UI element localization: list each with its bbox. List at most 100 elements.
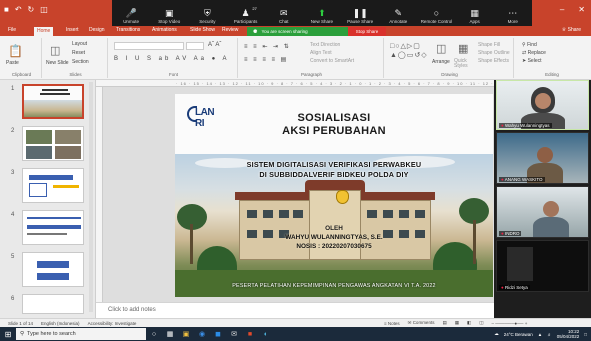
participant-tile[interactable]: ● Ridzi Setya bbox=[496, 240, 589, 292]
new-slide-icon[interactable]: ◫ bbox=[50, 44, 60, 57]
minimize-icon[interactable]: – bbox=[560, 5, 564, 14]
slide-sorter-icon[interactable]: ▦ bbox=[455, 320, 459, 326]
select-button[interactable]: ➤ Select bbox=[522, 58, 542, 64]
new-slide-button[interactable]: New Slide bbox=[46, 60, 70, 66]
arrange-icon[interactable]: ◫ bbox=[436, 42, 446, 55]
zoom-button-label: Stop Video bbox=[158, 19, 181, 24]
zoom-security-button[interactable]: ⛨ Security bbox=[190, 8, 224, 24]
shapes-gallery[interactable]: □○△▷▢ bbox=[390, 42, 421, 50]
powerpoint-icon[interactable]: ■ bbox=[242, 327, 258, 341]
paste-button[interactable]: Paste bbox=[6, 60, 19, 66]
font-name-input[interactable] bbox=[114, 42, 184, 50]
quick-styles-icon[interactable]: ▦ bbox=[458, 42, 468, 55]
list-buttons[interactable]: ≡ ≡ ⇤ ⇥ ⇅ bbox=[244, 43, 291, 50]
tab-transitions[interactable]: Transitions bbox=[116, 27, 140, 33]
zoom-more-button[interactable]: ⋯ More bbox=[496, 8, 530, 24]
reset-button[interactable]: Reset bbox=[72, 50, 85, 56]
slide-thumbnail-6[interactable] bbox=[22, 294, 84, 314]
shape-outline-button[interactable]: Shape Outline bbox=[478, 50, 510, 56]
zoom-new-share-button[interactable]: ⬆ New Share bbox=[305, 8, 339, 24]
zoom-pause-share-button[interactable]: ❚❚ Pause Share bbox=[343, 8, 377, 24]
taskbar-search[interactable]: ⚲ Type here to search bbox=[16, 328, 146, 340]
zoom-button-label: Unmute bbox=[123, 19, 139, 24]
tab-home[interactable]: Home bbox=[34, 27, 54, 36]
tab-slide-show[interactable]: Slide Show bbox=[190, 27, 215, 33]
edge-icon[interactable]: ◉ bbox=[194, 327, 210, 341]
system-tray: ☁ 24°C Berawan ▲ ♬ 10:22 05/04/2022 □ bbox=[494, 327, 587, 341]
redo-icon[interactable]: ↻ bbox=[28, 5, 35, 14]
file-explorer-icon[interactable]: ▣ bbox=[178, 327, 194, 341]
participants-icon: ♟ bbox=[241, 8, 250, 18]
zoom-unmute-button[interactable]: 🎤 Unmute bbox=[114, 8, 148, 24]
notification-icon[interactable]: □ bbox=[584, 332, 587, 337]
tab-insert[interactable]: Insert bbox=[66, 27, 79, 33]
font-size-input[interactable] bbox=[186, 42, 204, 50]
shapes-gallery-row2[interactable]: ▲◯▭↺◇ bbox=[390, 51, 428, 59]
undo-icon[interactable]: ↶ bbox=[15, 5, 22, 14]
zoom-remote-control-button[interactable]: ○ Remote Control bbox=[419, 8, 453, 24]
find-button[interactable]: ⚲ Find bbox=[522, 42, 537, 48]
cortana-icon[interactable]: ○ bbox=[146, 327, 162, 341]
normal-view-icon[interactable]: ▤ bbox=[442, 320, 446, 326]
tab-review[interactable]: Review bbox=[222, 27, 238, 33]
chrome-icon[interactable]: ◐ bbox=[258, 327, 274, 341]
zoom-annotate-button[interactable]: ✎ Annotate bbox=[381, 8, 415, 24]
weather-text[interactable]: 24°C Berawan bbox=[504, 332, 533, 337]
mail-icon[interactable]: ✉ bbox=[226, 327, 242, 341]
reading-view-icon[interactable]: ◧ bbox=[467, 320, 471, 326]
slide-thumbnail-5[interactable] bbox=[22, 252, 84, 287]
tab-file[interactable]: File bbox=[8, 27, 16, 33]
weather-icon[interactable]: ☁ bbox=[494, 331, 499, 337]
arrange-button[interactable]: Arrange bbox=[432, 59, 450, 65]
layout-button[interactable]: Layout bbox=[72, 41, 87, 47]
notes-pane[interactable]: Click to add notes bbox=[96, 302, 494, 318]
present-icon[interactable]: ◫ bbox=[40, 5, 48, 14]
slide-thumbnail-2[interactable] bbox=[22, 126, 84, 161]
text-direction-button[interactable]: Text Direction bbox=[310, 42, 340, 48]
slideshow-icon[interactable]: ◫ bbox=[479, 320, 483, 326]
windows-start-icon[interactable]: ⊞ bbox=[0, 327, 16, 341]
zoom-slider[interactable]: – ──────●── + bbox=[492, 321, 528, 326]
slide[interactable]: LAN RI SOSIALISASI AKSI PERUBAHAN SISTEM… bbox=[175, 94, 493, 297]
zoom-app-icon[interactable]: ◼ bbox=[210, 327, 226, 341]
share-button[interactable]: ♕ Share bbox=[562, 27, 581, 33]
volume-icon[interactable]: ♬ bbox=[547, 332, 552, 337]
align-text-button[interactable]: Align Text bbox=[310, 50, 332, 56]
thumbnail-scrollbar[interactable] bbox=[89, 82, 93, 312]
tab-design[interactable]: Design bbox=[89, 27, 105, 33]
save-icon[interactable]: ■ bbox=[4, 5, 9, 14]
participant-tile[interactable]: ● Wahyu Wulanningtyas bbox=[496, 80, 589, 130]
slide-thumbnail-4[interactable] bbox=[22, 210, 84, 245]
stop-share-button[interactable]: Stop Share bbox=[348, 27, 386, 36]
convert-smartart-button[interactable]: Convert to SmartArt bbox=[310, 58, 354, 64]
participant-tile[interactable]: ● ANANG WASKITO bbox=[496, 132, 589, 184]
language-indicator[interactable]: English (Indonesia) bbox=[41, 321, 80, 326]
shape-effects-button[interactable]: Shape Effects bbox=[478, 58, 509, 64]
align-buttons[interactable]: ≡ ≡ ≡ ≡ ▤ bbox=[244, 56, 288, 63]
participant-tile[interactable]: ● INDRO bbox=[496, 186, 589, 238]
zoom-participants-button[interactable]: ♟ 27 Participants bbox=[229, 6, 263, 24]
notes-toggle[interactable]: ≡ Notes bbox=[384, 321, 400, 326]
slide-thumbnail-1[interactable] bbox=[22, 84, 84, 119]
quick-styles-button[interactable]: Quick Styles bbox=[454, 59, 472, 69]
slide-thumbnail-3[interactable] bbox=[22, 168, 84, 203]
task-view-icon[interactable]: ▦ bbox=[162, 327, 178, 341]
tab-animations[interactable]: Animations bbox=[152, 27, 177, 33]
shape-fill-button[interactable]: Shape Fill bbox=[478, 42, 500, 48]
comments-toggle[interactable]: ✉ Comments bbox=[408, 320, 435, 326]
zoom-apps-button[interactable]: ▦ Apps bbox=[458, 8, 492, 24]
notes-placeholder[interactable]: Click to add notes bbox=[108, 307, 156, 313]
replace-button[interactable]: ⇄ Replace bbox=[522, 50, 546, 56]
ribbon: 📋 Paste Clipboard ◫ New Slide Layout Res… bbox=[0, 36, 591, 80]
accessibility-status[interactable]: Accessibility: Investigate bbox=[88, 321, 137, 326]
network-icon[interactable]: ▲ bbox=[538, 332, 542, 337]
clock[interactable]: 10:22 05/04/2022 bbox=[557, 329, 580, 339]
zoom-chat-button[interactable]: ✉ Chat bbox=[267, 8, 301, 24]
close-icon[interactable]: ✕ bbox=[578, 5, 585, 14]
section-button[interactable]: Section bbox=[72, 59, 89, 65]
zoom-stop-video-button[interactable]: ▣ Stop Video bbox=[152, 8, 186, 24]
paste-icon[interactable]: 📋 bbox=[8, 44, 23, 58]
horizontal-ruler: · 16 · 15 · 14 · 13 · 12 · 11 · 10 · 9 ·… bbox=[96, 80, 494, 87]
font-formatting-buttons[interactable]: B I U S ab AV Aa ● A bbox=[114, 56, 230, 62]
grow-font-icon[interactable]: Aˆ Aˇ bbox=[208, 42, 221, 48]
